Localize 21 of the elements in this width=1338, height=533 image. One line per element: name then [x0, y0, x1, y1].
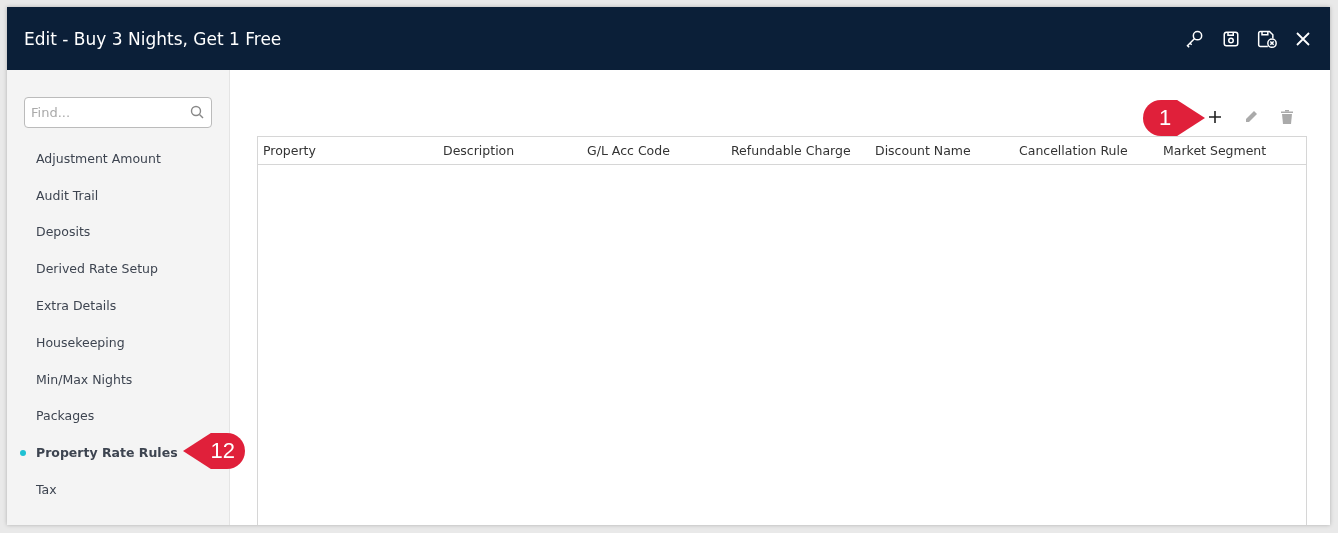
sidebar-item[interactable]: Deposits	[36, 224, 91, 240]
column-header[interactable]: Property	[258, 143, 438, 158]
sidebar-item[interactable]: Audit Trail	[36, 187, 99, 203]
column-header[interactable]: Cancellation Rule	[1014, 143, 1158, 158]
column-header[interactable]: Discount Name	[870, 143, 1014, 158]
column-header[interactable]: Description	[438, 143, 582, 158]
sidebar-item[interactable]: Adjustment Amount	[36, 150, 161, 166]
sidebar-item[interactable]: Packages	[36, 408, 95, 424]
search-field[interactable]: Find...	[24, 97, 212, 128]
sidebar-item[interactable]: Housekeeping	[36, 334, 125, 350]
window-title: Edit - Buy 3 Nights, Get 1 Free	[24, 28, 283, 49]
column-header[interactable]: G/L Acc Code	[582, 143, 726, 158]
sidebar-item[interactable]: Property Rate Rules	[36, 445, 178, 461]
sidebar-item[interactable]: Derived Rate Setup	[36, 261, 158, 277]
column-header[interactable]: Refundable Charge	[726, 143, 870, 158]
column-header[interactable]: Market Segment	[1158, 143, 1306, 158]
sidebar-item[interactable]: Min/Max Nights	[36, 371, 133, 387]
sidebar-item[interactable]: Tax	[36, 482, 57, 498]
sidebar-item[interactable]: Extra Details	[36, 298, 117, 314]
search-icon	[190, 105, 204, 119]
step-callout: 1	[1143, 100, 1205, 136]
